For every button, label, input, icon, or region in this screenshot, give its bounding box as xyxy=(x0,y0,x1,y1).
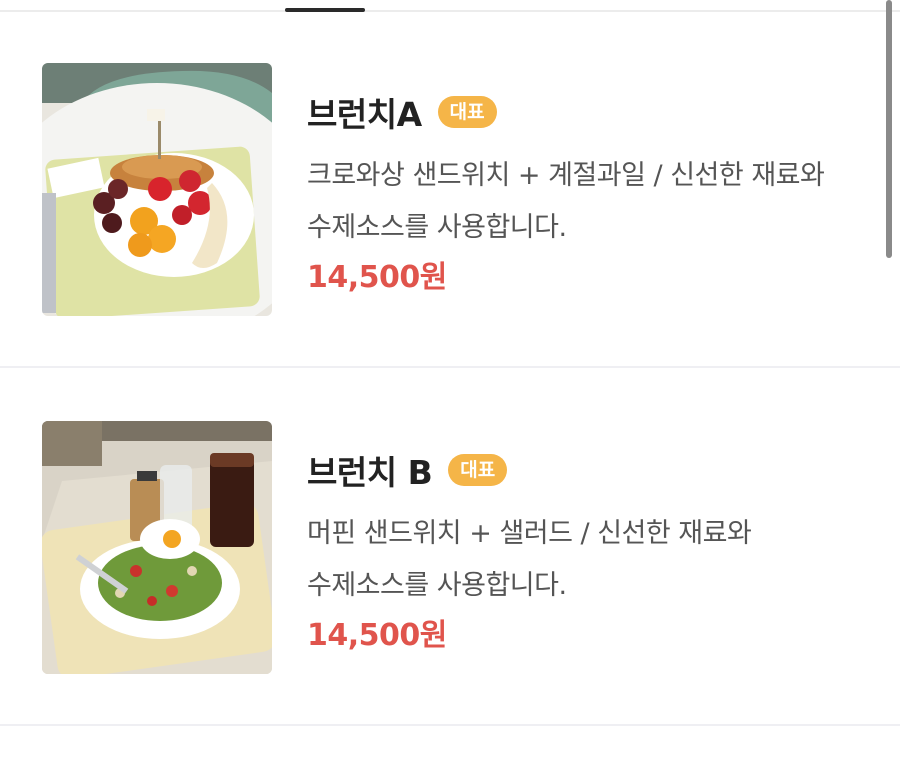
signature-badge: 대표 xyxy=(437,96,497,128)
signature-badge: 대표 xyxy=(448,454,508,486)
menu-item-photo[interactable] xyxy=(42,421,272,674)
menu-item-name: 브런치A xyxy=(307,95,422,134)
menu-item-price: 14,500원 xyxy=(307,618,447,653)
menu-item[interactable]: 브런치A 대표 크로와상 샌드위치 + 계절과일 / 신선한 재료와 수제소스를… xyxy=(0,12,900,368)
title-row: 브런치A 대표 xyxy=(307,88,497,136)
menu-item-name: 브런치 B xyxy=(307,453,433,492)
title-row: 브런치 B 대표 xyxy=(307,446,508,494)
menu-item-description: 크로와상 샌드위치 + 계절과일 / 신선한 재료와 수제소스를 사용합니다. xyxy=(307,160,825,243)
menu-item-price: 14,500원 xyxy=(307,260,447,295)
menu-item-description: 머핀 샌드위치 + 샐러드 / 신선한 재료와 수제소스를 사용합니다. xyxy=(307,518,752,601)
menu-item-photo[interactable] xyxy=(42,63,272,316)
menu-item[interactable]: 브런치 B 대표 머핀 샌드위치 + 샐러드 / 신선한 재료와 수제소스를 사… xyxy=(0,370,900,726)
